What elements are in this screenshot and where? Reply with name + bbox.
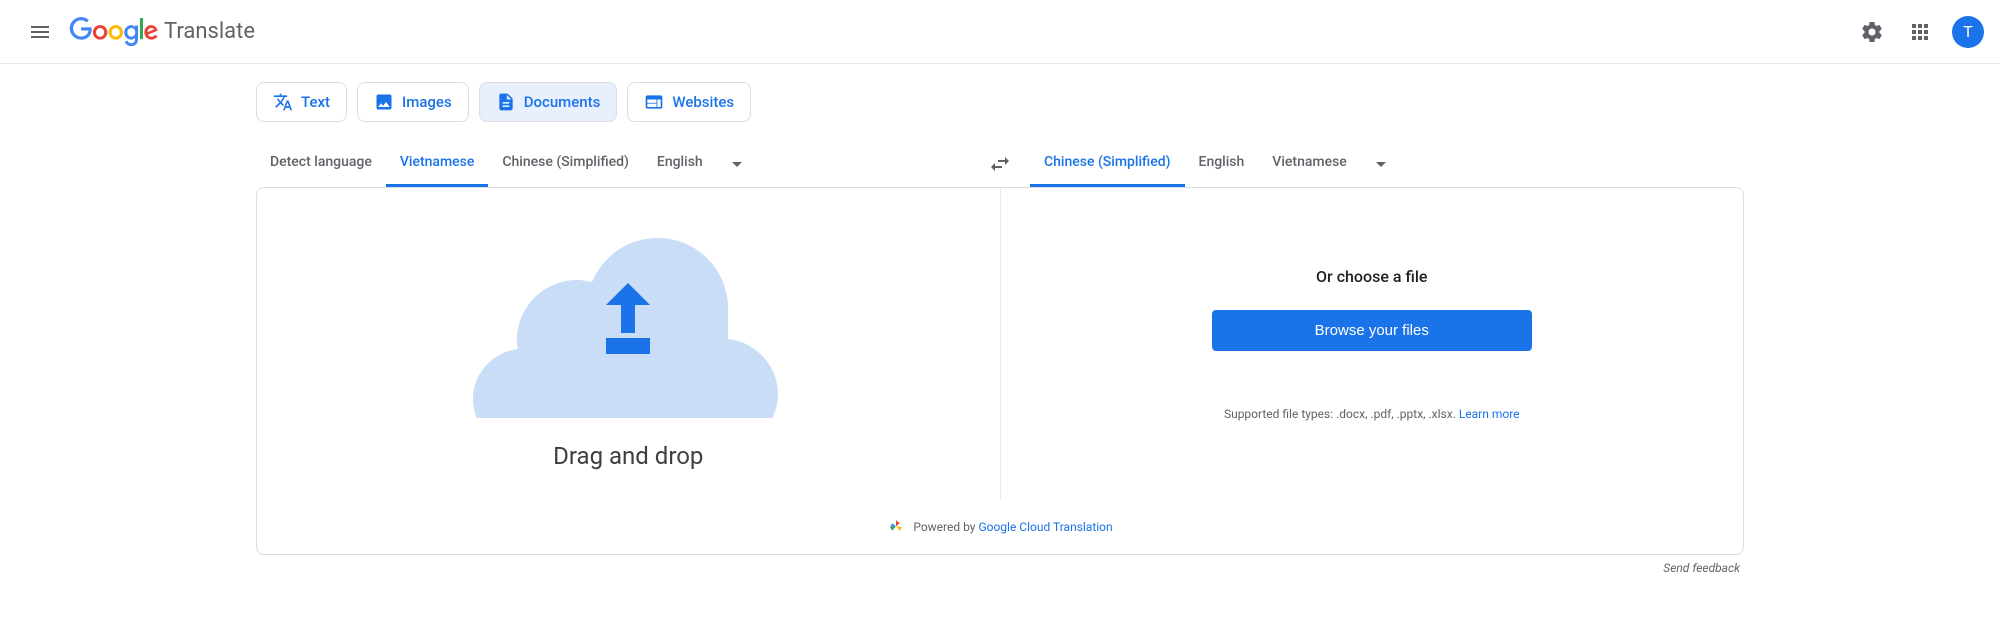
choose-title: Or choose a file — [1316, 267, 1427, 286]
apps-button[interactable] — [1896, 8, 1944, 56]
powered-by: Powered by Google Cloud Translation — [257, 500, 1743, 554]
send-feedback-link[interactable]: Send feedback — [256, 555, 1744, 581]
website-icon — [644, 92, 664, 112]
chevron-down-icon — [725, 152, 749, 176]
upload-card: Drag and drop Or choose a file Browse yo… — [256, 187, 1744, 555]
menu-icon — [28, 20, 52, 44]
mode-websites[interactable]: Websites — [627, 82, 751, 122]
mode-images-label: Images — [402, 93, 452, 111]
image-icon — [374, 92, 394, 112]
target-lang-vietnamese[interactable]: Vietnamese — [1258, 140, 1361, 187]
mode-documents-label: Documents — [524, 93, 601, 111]
apps-icon — [1908, 20, 1932, 44]
drop-text: Drag and drop — [553, 442, 703, 470]
account-avatar[interactable]: T — [1952, 16, 1984, 48]
mode-text-label: Text — [301, 93, 330, 111]
cloud-upload-icon — [463, 218, 793, 418]
mode-text[interactable]: Text — [256, 82, 347, 122]
avatar-initial: T — [1963, 22, 1973, 41]
mode-images[interactable]: Images — [357, 82, 469, 122]
google-cloud-icon — [887, 518, 905, 536]
powered-prefix: Powered by — [913, 520, 978, 534]
gear-icon — [1860, 20, 1884, 44]
swap-languages-button[interactable] — [980, 144, 1020, 184]
logo[interactable]: Translate — [68, 17, 255, 47]
drop-zone[interactable]: Drag and drop — [257, 188, 1001, 500]
learn-more-link[interactable]: Learn more — [1459, 407, 1520, 421]
source-lang-detect[interactable]: Detect language — [256, 140, 386, 187]
file-types-prefix: Supported file types: .docx, .pdf, .pptx… — [1224, 407, 1459, 421]
browse-files-button[interactable]: Browse your files — [1212, 310, 1532, 351]
settings-button[interactable] — [1848, 8, 1896, 56]
translate-icon — [273, 92, 293, 112]
source-lang-chinese[interactable]: Chinese (Simplified) — [488, 140, 643, 187]
choose-zone: Or choose a file Browse your files Suppo… — [1001, 188, 1744, 500]
document-icon — [496, 92, 516, 112]
target-lang-chinese[interactable]: Chinese (Simplified) — [1030, 140, 1185, 187]
source-lang-dropdown[interactable] — [717, 144, 757, 184]
target-lang-english[interactable]: English — [1185, 140, 1259, 187]
file-types-text: Supported file types: .docx, .pdf, .pptx… — [1224, 407, 1520, 421]
swap-icon — [988, 152, 1012, 176]
mode-documents[interactable]: Documents — [479, 82, 618, 122]
mode-websites-label: Websites — [672, 93, 734, 111]
source-lang-vietnamese[interactable]: Vietnamese — [386, 140, 489, 187]
menu-button[interactable] — [16, 8, 64, 56]
chevron-down-icon — [1369, 152, 1393, 176]
app-title: Translate — [164, 19, 255, 44]
target-lang-dropdown[interactable] — [1361, 144, 1401, 184]
source-lang-english[interactable]: English — [643, 140, 717, 187]
google-logo-icon — [68, 17, 160, 47]
powered-link[interactable]: Google Cloud Translation — [978, 520, 1112, 534]
